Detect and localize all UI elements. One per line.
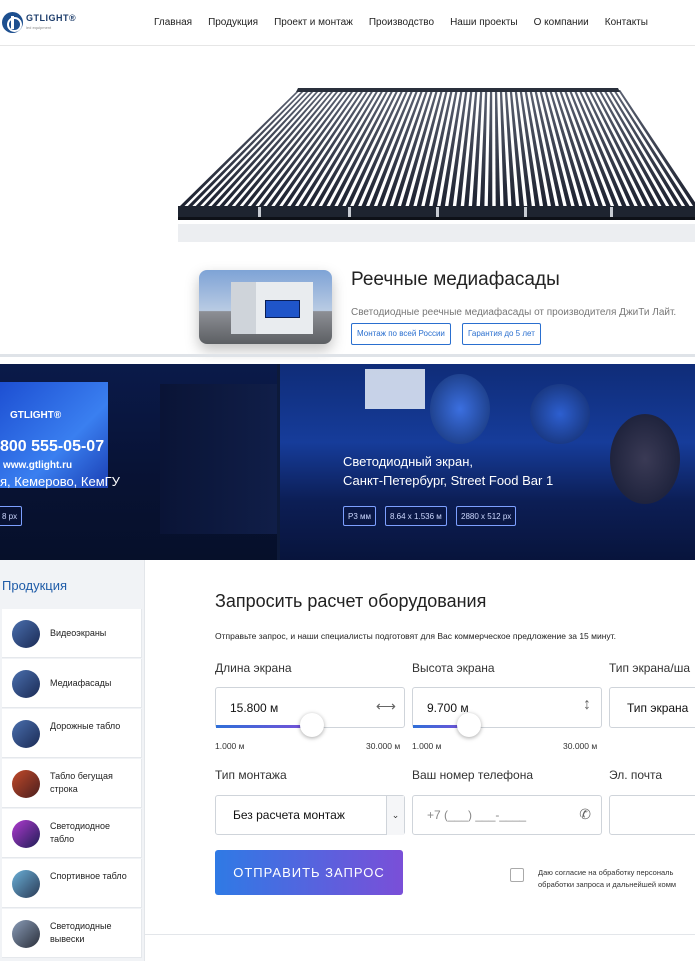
- submit-button[interactable]: ОТПРАВИТЬ ЗАПРОС: [215, 850, 403, 895]
- screen-phone: 800 555-05-07: [0, 438, 105, 455]
- height-label: Высота экрана: [412, 661, 495, 675]
- mount-select[interactable]: Без расчета монтаж ⌄: [215, 795, 405, 835]
- food-bar-sign: [365, 369, 425, 409]
- project-tag-resolution: 2880 x 512 px: [456, 506, 517, 526]
- sidebar-item-video-screens[interactable]: Видеоэкраны: [2, 609, 142, 658]
- length-slider-fill: [216, 725, 313, 728]
- sidebar-item-media-facades[interactable]: Медиафасады: [2, 659, 142, 708]
- logo[interactable]: GTLIGHT® led equipment: [2, 12, 76, 33]
- building-led-screen: [265, 300, 300, 318]
- length-value: 15.800 м: [230, 701, 279, 715]
- facade-slat: [494, 90, 501, 206]
- consent-checkbox[interactable]: [510, 868, 524, 882]
- height-value: 9.700 м: [427, 701, 469, 715]
- projects-strip: GTLIGHT® 800 555-05-07 www.gtlight.ru я,…: [0, 364, 695, 560]
- sidebar-item-led-board[interactable]: Светодиодное табло: [2, 809, 142, 858]
- facade-slat: [618, 90, 695, 206]
- email-input[interactable]: [609, 795, 695, 835]
- mount-value: Без расчета монтаж: [233, 808, 345, 822]
- project-tag: 8 px: [0, 506, 23, 526]
- screen-type-select[interactable]: Тип экрана: [609, 687, 695, 728]
- sidebar-item-running-line[interactable]: Табло бегущая строка: [2, 759, 142, 808]
- hero-building-photo: [199, 270, 332, 344]
- video-screen-thumb: [12, 620, 40, 648]
- project-title: я, Кемерово, КемГУ: [0, 474, 120, 489]
- email-label: Эл. почта: [609, 768, 663, 782]
- running-line-thumb: [12, 770, 40, 798]
- logo-icon: [2, 12, 23, 33]
- sidebar-item-led-signs[interactable]: Светодиодные вывески: [2, 909, 142, 958]
- phone-input[interactable]: +7 (___) ___-____ ✆: [412, 795, 602, 835]
- top-nav: GTLIGHT® led equipment Главная Продукция…: [0, 0, 695, 46]
- page: GTLIGHT® led equipment Главная Продукция…: [0, 0, 695, 961]
- vertical-arrows-icon: ↕: [583, 696, 591, 713]
- length-slider-handle[interactable]: [299, 713, 324, 737]
- menu-item-products[interactable]: Продукция: [208, 17, 258, 28]
- phone-label: Ваш номер телефона: [412, 768, 534, 782]
- horizontal-arrows-icon: ⟷: [375, 698, 396, 714]
- sidebar-title: Продукция: [2, 578, 68, 593]
- road-board-thumb: [12, 720, 40, 748]
- sports-board-thumb: [12, 870, 40, 898]
- length-max: 30.000 м: [366, 741, 401, 751]
- phone-icon: ✆: [579, 806, 591, 822]
- logo-subtitle: led equipment: [26, 24, 52, 30]
- logo-text: GTLIGHT®: [26, 12, 77, 23]
- form-description: Отправьте запрос, и наши специалисты под…: [215, 631, 616, 641]
- mount-label: Тип монтажа: [215, 768, 287, 782]
- main-menu: Главная Продукция Проект и монтаж Произв…: [154, 17, 648, 28]
- chevron-down-icon[interactable]: ⌄: [386, 796, 404, 835]
- led-signs-thumb: [12, 920, 40, 948]
- screen-type-value: Тип экрана: [627, 701, 689, 715]
- consent-text: Даю согласие на обработку персональ обра…: [538, 868, 677, 889]
- lower-section: Продукция Видеоэкраны Медиафасады Дорожн…: [0, 560, 695, 961]
- height-max: 30.000 м: [563, 741, 598, 751]
- project-card-kemerovo[interactable]: GTLIGHT® 800 555-05-07 www.gtlight.ru я,…: [0, 364, 277, 560]
- led-board-thumb: [12, 820, 40, 848]
- height-field[interactable]: 9.700 м ↕: [412, 687, 602, 728]
- length-min: 1.000 м: [215, 741, 245, 751]
- facade-slat: [227, 90, 330, 206]
- screen-type-label: Тип экрана/ша: [609, 661, 690, 675]
- menu-item-our-projects[interactable]: Наши проекты: [450, 17, 518, 28]
- project-title-line1: Светодиодный экран,: [343, 454, 474, 469]
- length-label: Длина экрана: [215, 661, 292, 675]
- phone-placeholder: +7 (___) ___-____: [427, 808, 527, 822]
- height-slider-handle[interactable]: [457, 713, 481, 737]
- height-min: 1.000 м: [412, 741, 442, 751]
- project-title-line2: Санкт-Петербург, Street Food Bar 1: [343, 473, 554, 488]
- project-tag-pitch: P3 мм: [343, 506, 377, 526]
- menu-item-project[interactable]: Проект и монтаж: [274, 17, 353, 28]
- project-tag-size: 8.64 x 1.536 м: [385, 506, 447, 526]
- facade-slat: [219, 90, 325, 206]
- menu-item-production[interactable]: Производство: [369, 17, 434, 28]
- hero-subtitle: Светодиодные реечные медиафасады от прои…: [351, 307, 677, 318]
- media-facade-panel-image: [178, 88, 695, 242]
- form-title: Запросить расчет оборудования: [215, 591, 487, 611]
- screen-brand: GTLIGHT®: [10, 410, 62, 421]
- project-card-street-food-bar[interactable]: Светодиодный экран, Санкт-Петербург, Str…: [280, 364, 695, 560]
- sidebar-item-sports-board[interactable]: Спортивное табло: [2, 859, 142, 908]
- sidebar-item-road-boards[interactable]: Дорожные табло: [2, 709, 142, 758]
- menu-item-contacts[interactable]: Контакты: [605, 17, 648, 28]
- products-sidebar: Продукция Видеоэкраны Медиафасады Дорожн…: [0, 560, 145, 961]
- hero-tag-warranty: Гарантия до 5 лет: [462, 323, 541, 345]
- screen-url: www.gtlight.ru: [3, 460, 73, 471]
- hero-section: Реечные медиафасады Светодиодные реечные…: [0, 46, 695, 357]
- menu-item-about[interactable]: О компании: [534, 17, 589, 28]
- hero-tag-installation: Монтаж по всей России: [351, 323, 451, 345]
- media-facade-thumb: [12, 670, 40, 698]
- hero-title: Реечные медиафасады: [351, 269, 560, 290]
- facade-slat: [487, 90, 493, 206]
- menu-item-home[interactable]: Главная: [154, 17, 192, 28]
